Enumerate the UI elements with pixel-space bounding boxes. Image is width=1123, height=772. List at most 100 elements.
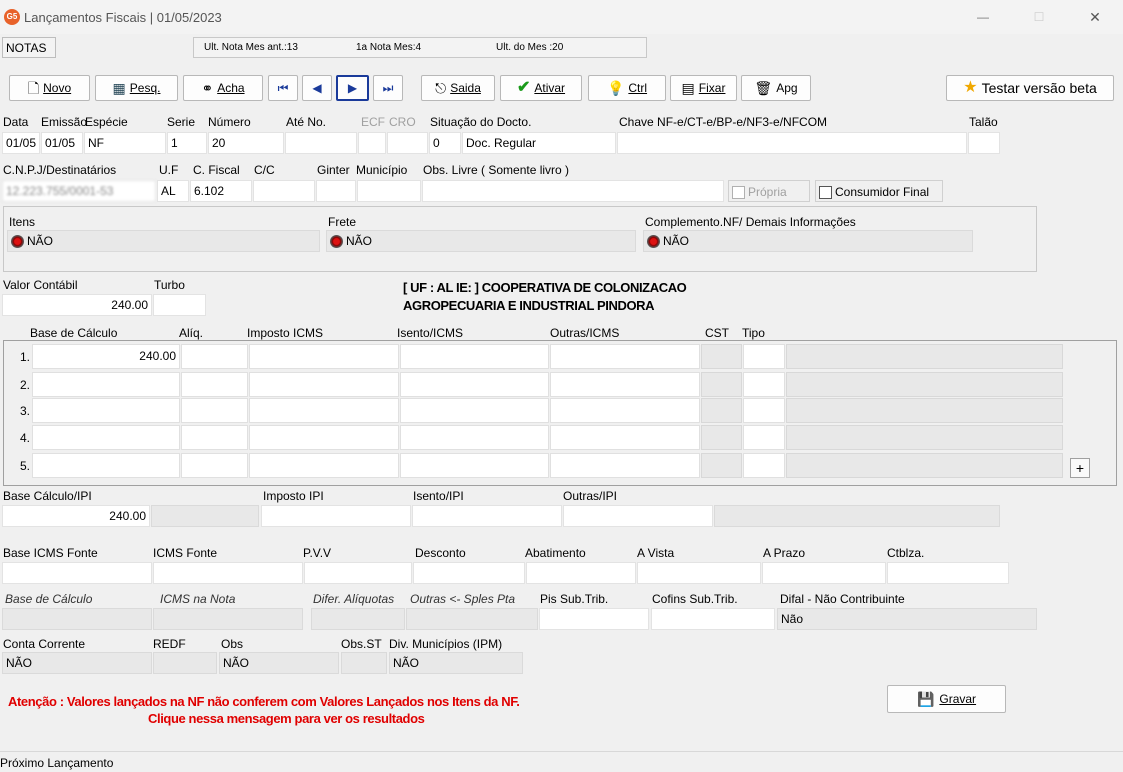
grid-cell-base[interactable] bbox=[32, 425, 180, 450]
ipi-extra-field[interactable] bbox=[714, 505, 1000, 527]
prev-record-button[interactable]: ◀ bbox=[302, 75, 332, 101]
grid-cell-outras[interactable] bbox=[550, 372, 700, 397]
propria-checkbox[interactable]: Própria bbox=[728, 180, 810, 202]
abatimento-field[interactable] bbox=[526, 562, 636, 584]
grid-cell-isento[interactable] bbox=[400, 372, 549, 397]
grid-cell-desc[interactable] bbox=[786, 372, 1063, 397]
last-record-button[interactable]: ⏭ bbox=[373, 75, 403, 101]
grid-cell-base[interactable]: 240.00 bbox=[32, 344, 180, 369]
grid-cell-base[interactable] bbox=[32, 372, 180, 397]
chave-field[interactable] bbox=[617, 132, 967, 154]
pesq-button[interactable]: ▦ Pesq. bbox=[95, 75, 178, 101]
ctrl-button[interactable]: 💡 Ctrl bbox=[588, 75, 666, 101]
grid-cell-imposto[interactable] bbox=[249, 372, 399, 397]
situacao-text-field[interactable]: Doc. Regular bbox=[462, 132, 616, 154]
pvv-field[interactable] bbox=[304, 562, 412, 584]
grid-cell-imposto[interactable] bbox=[249, 425, 399, 450]
gravar-button[interactable]: 💾 Gravar bbox=[887, 685, 1006, 713]
grid-cell-isento[interactable] bbox=[400, 398, 549, 423]
fixar-button[interactable]: ▤ Fixar bbox=[670, 75, 737, 101]
municipio-field[interactable] bbox=[357, 180, 421, 202]
grid-cell-outras[interactable] bbox=[550, 453, 700, 478]
notas-tab[interactable]: NOTAS bbox=[2, 37, 56, 58]
novo-button[interactable]: 🗋 Novo bbox=[9, 75, 90, 101]
grid-cell-cst[interactable] bbox=[701, 372, 742, 397]
itens-field[interactable]: NÃO bbox=[7, 230, 320, 252]
situacao-code-field[interactable]: 0 bbox=[429, 132, 461, 154]
cofins-sub-field[interactable] bbox=[651, 608, 775, 630]
isento-ipi-field[interactable] bbox=[412, 505, 562, 527]
grid-cell-aliq[interactable] bbox=[181, 372, 248, 397]
grid-cell-aliq[interactable] bbox=[181, 344, 248, 369]
icms-fonte-field[interactable] bbox=[153, 562, 303, 584]
conta-corrente-field[interactable]: NÃO bbox=[2, 652, 152, 674]
frete-field[interactable]: NÃO bbox=[326, 230, 636, 252]
grid-cell-outras[interactable] bbox=[550, 344, 700, 369]
cfiscal-field[interactable]: 6.102 bbox=[190, 180, 252, 202]
ipi-aux-field[interactable] bbox=[151, 505, 259, 527]
ecf-field[interactable] bbox=[358, 132, 386, 154]
close-button[interactable]: ✕ bbox=[1072, 0, 1118, 34]
valor-contabil-field[interactable]: 240.00 bbox=[2, 294, 152, 316]
grid-cell-base[interactable] bbox=[32, 453, 180, 478]
redf-field[interactable] bbox=[153, 652, 217, 674]
grid-cell-base[interactable] bbox=[32, 398, 180, 423]
outras-ipi-field[interactable] bbox=[563, 505, 713, 527]
grid-cell-tipo[interactable] bbox=[743, 344, 785, 369]
consumidor-final-checkbox[interactable]: Consumidor Final bbox=[815, 180, 943, 202]
grid-cell-desc[interactable] bbox=[786, 425, 1063, 450]
difal-field[interactable]: Não bbox=[777, 608, 1037, 630]
numero-field[interactable]: 20 bbox=[208, 132, 284, 154]
turbo-field[interactable] bbox=[153, 294, 206, 316]
grid-cell-cst[interactable] bbox=[701, 344, 742, 369]
data-field[interactable]: 01/05 bbox=[2, 132, 40, 154]
ginter-field[interactable] bbox=[316, 180, 356, 202]
difer-aliquotas-field[interactable] bbox=[311, 608, 405, 630]
grid-cell-cst[interactable] bbox=[701, 425, 742, 450]
obs-field[interactable]: NÃO bbox=[219, 652, 339, 674]
grid-cell-desc[interactable] bbox=[786, 398, 1063, 423]
talao-field[interactable] bbox=[968, 132, 1000, 154]
add-row-button[interactable]: + bbox=[1070, 458, 1090, 478]
first-record-button[interactable]: ⏮ bbox=[268, 75, 298, 101]
grid-cell-cst[interactable] bbox=[701, 453, 742, 478]
warning-message[interactable]: Atenção : Valores lançados na NF não con… bbox=[8, 694, 648, 730]
grid-cell-cst[interactable] bbox=[701, 398, 742, 423]
grid-cell-desc[interactable] bbox=[786, 453, 1063, 478]
testar-versao-beta-button[interactable]: ★ Testar versão beta bbox=[946, 75, 1114, 101]
a-prazo-field[interactable] bbox=[762, 562, 886, 584]
icms-nota-field[interactable] bbox=[153, 608, 303, 630]
base-calculo-italic-field[interactable] bbox=[2, 608, 152, 630]
cro-field[interactable] bbox=[387, 132, 428, 154]
imposto-ipi-field[interactable] bbox=[261, 505, 411, 527]
grid-cell-isento[interactable] bbox=[400, 453, 549, 478]
next-record-button[interactable]: ▶ bbox=[336, 75, 369, 101]
grid-cell-outras[interactable] bbox=[550, 398, 700, 423]
base-icms-fonte-field[interactable] bbox=[2, 562, 152, 584]
grid-cell-isento[interactable] bbox=[400, 344, 549, 369]
grid-cell-desc[interactable] bbox=[786, 344, 1063, 369]
uf-field[interactable]: AL bbox=[157, 180, 189, 202]
ativar-button[interactable]: ✔ Ativar bbox=[500, 75, 582, 101]
saida-button[interactable]: ⎋ Saida bbox=[421, 75, 495, 101]
maximize-button[interactable]: ☐ bbox=[1016, 0, 1062, 34]
grid-cell-isento[interactable] bbox=[400, 425, 549, 450]
serie-field[interactable]: 1 bbox=[167, 132, 207, 154]
grid-cell-aliq[interactable] bbox=[181, 398, 248, 423]
especie-field[interactable]: NF bbox=[84, 132, 166, 154]
pis-sub-field[interactable] bbox=[539, 608, 649, 630]
grid-cell-outras[interactable] bbox=[550, 425, 700, 450]
grid-cell-aliq[interactable] bbox=[181, 425, 248, 450]
ctblza-field[interactable] bbox=[887, 562, 1009, 584]
grid-cell-tipo[interactable] bbox=[743, 372, 785, 397]
obs-livre-field[interactable] bbox=[422, 180, 724, 202]
grid-cell-tipo[interactable] bbox=[743, 398, 785, 423]
minimize-button[interactable]: — bbox=[960, 0, 1006, 34]
desconto-field[interactable] bbox=[413, 562, 525, 584]
base-ipi-field[interactable]: 240.00 bbox=[2, 505, 150, 527]
cc-field[interactable] bbox=[253, 180, 315, 202]
complemento-field[interactable]: NÃO bbox=[643, 230, 973, 252]
grid-cell-aliq[interactable] bbox=[181, 453, 248, 478]
a-vista-field[interactable] bbox=[637, 562, 761, 584]
apg-button[interactable]: 🗑 Apg bbox=[741, 75, 811, 101]
